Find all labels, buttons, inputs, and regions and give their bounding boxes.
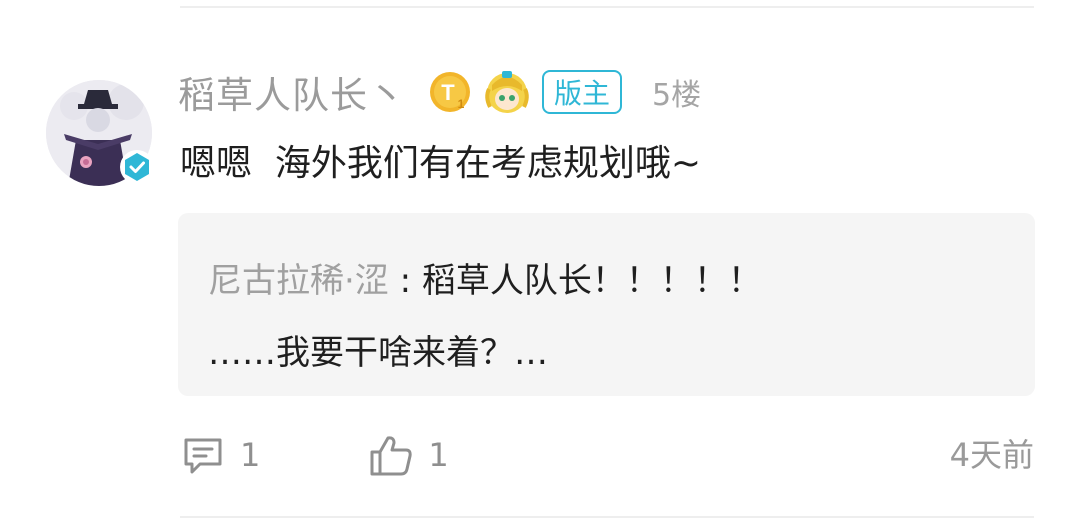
thumbs-up-icon <box>370 436 413 476</box>
reply-preview[interactable]: 尼古拉稀·涩 : 稻草人队长！！！！！ ……我要干啥来着？… <box>178 213 1035 396</box>
reply-line-2: ……我要干啥来着？… <box>208 333 548 373</box>
username[interactable]: 稻草人队长丶 <box>178 65 406 119</box>
avatar[interactable] <box>46 80 154 186</box>
gold-medal-icon[interactable]: T 1 <box>428 70 472 114</box>
verified-check-icon <box>125 153 149 181</box>
verified-badge <box>120 150 154 184</box>
comment-count: 1 <box>240 436 261 474</box>
top-divider <box>180 6 1034 8</box>
moderator-badge: 版主 <box>542 70 623 114</box>
reply-text: 稻草人队长！！！！！ <box>421 261 762 301</box>
comment-button[interactable]: 1 <box>180 432 260 478</box>
reply-author[interactable]: 尼古拉稀·涩 <box>208 261 389 301</box>
medal-sub: 1 <box>458 97 465 111</box>
action-bar: 1 1 <box>180 432 449 478</box>
comment-icon <box>184 438 222 474</box>
reply-line-1: 尼古拉稀·涩 : 稻草人队长！！！！！ <box>208 253 762 302</box>
like-button[interactable]: 1 <box>368 432 449 478</box>
medal-letter: T <box>441 80 455 105</box>
reply-separator: : <box>388 261 422 301</box>
post-header: 稻草人队长丶 T 1 版主 5楼 <box>178 66 701 118</box>
floor-number: 5楼 <box>652 78 702 113</box>
like-count: 1 <box>428 436 449 474</box>
character-badge-icon[interactable] <box>482 67 532 117</box>
bottom-divider <box>180 516 1034 518</box>
post-time: 4天前 <box>949 436 1034 474</box>
post-content: 嗯嗯 海外我们有在考虑规划哦~ <box>180 143 702 184</box>
